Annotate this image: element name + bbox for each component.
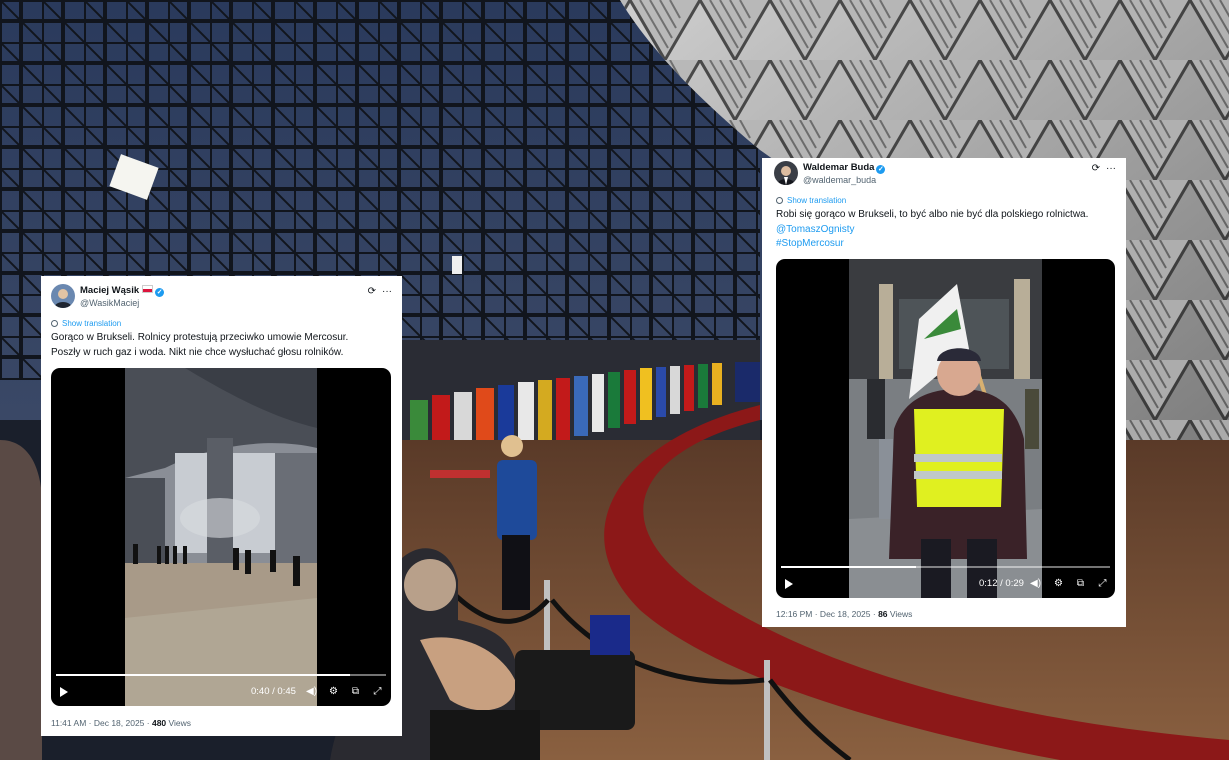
video-time: 0:40 / 0:45 — [251, 686, 296, 697]
play-icon[interactable] — [785, 579, 793, 589]
play-icon[interactable] — [60, 687, 68, 697]
tweet-header: Maciej Wąsik ✓ @WasikMaciej ⟳ ··· — [51, 284, 392, 312]
translate-icon — [776, 197, 783, 204]
tweet-card-wasik[interactable]: Maciej Wąsik ✓ @WasikMaciej ⟳ ··· Show tra… — [41, 276, 402, 736]
tweet-text: Gorąco w Brukseli. Rolnicy protestują pr… — [51, 331, 392, 360]
video-player[interactable]: 0:40 / 0:45 ◀) ⚙ ⧉ ⤢ — [51, 368, 391, 706]
tweet-actions: ⟳ ··· — [1086, 163, 1116, 174]
poland-flag-icon — [142, 285, 154, 293]
translate-icon — [51, 320, 58, 327]
show-translation-link[interactable]: Show translation — [776, 196, 846, 205]
mention-link[interactable]: @TomaszOgnisty — [776, 223, 1116, 238]
picture-in-picture-icon[interactable]: ⧉ — [1075, 578, 1086, 589]
fullscreen-icon[interactable]: ⤢ — [1097, 578, 1108, 589]
author-handle[interactable]: @waldemar_buda — [803, 175, 876, 185]
show-translation-label[interactable]: Show translation — [787, 196, 846, 205]
author-avatar[interactable] — [774, 161, 798, 185]
views-label: Views — [166, 718, 192, 728]
tweet-timestamp[interactable]: 11:41 AM · Dec 18, 2025 · — [51, 718, 152, 728]
picture-in-picture-icon[interactable]: ⧉ — [350, 686, 361, 697]
tweet-meta: 11:41 AM · Dec 18, 2025 · 480 Views — [51, 718, 191, 728]
volume-icon[interactable]: ◀) — [1030, 578, 1041, 589]
views-count: 86 — [878, 609, 888, 619]
tweet-card-buda[interactable]: Waldemar Buda ✓ @waldemar_buda ⟳ ··· Show … — [762, 158, 1126, 627]
verified-badge-icon: ✓ — [155, 288, 165, 297]
show-translation-link[interactable]: Show translation — [51, 319, 121, 328]
hashtag-link[interactable]: #StopMercosur — [776, 237, 1116, 252]
video-time: 0:12 / 0:29 — [979, 578, 1024, 589]
tweet-meta: 12:16 PM · Dec 18, 2025 · 86 Views — [776, 609, 912, 619]
tweet-actions: ⟳ ··· — [362, 286, 392, 297]
grok-icon[interactable]: ⟳ — [368, 286, 376, 297]
author-name[interactable]: Maciej Wąsik — [80, 285, 139, 296]
video-progress-fill — [781, 566, 916, 568]
settings-gear-icon[interactable]: ⚙ — [1053, 578, 1064, 589]
views-count: 480 — [151, 718, 167, 728]
video-progress-bar[interactable] — [56, 674, 386, 676]
author-handle[interactable]: @WasikMaciej — [80, 298, 139, 308]
author-name-row[interactable]: Waldemar Buda ✓ — [803, 162, 886, 174]
author-avatar[interactable] — [51, 284, 75, 308]
volume-icon[interactable]: ◀) — [306, 686, 317, 697]
tweet-text-line: Gorąco w Brukseli. Rolnicy protestują pr… — [51, 332, 349, 343]
tweet-header: Waldemar Buda ✓ @waldemar_buda ⟳ ··· — [774, 161, 1116, 189]
settings-gear-icon[interactable]: ⚙ — [328, 686, 339, 697]
grok-icon[interactable]: ⟳ — [1092, 163, 1100, 174]
video-frame — [849, 259, 1042, 598]
views-label: Views — [887, 609, 913, 619]
author-name-row[interactable]: Maciej Wąsik ✓ — [80, 285, 165, 297]
author-name[interactable]: Waldemar Buda — [803, 162, 874, 173]
tweet-text: Robi się gorąco w Brukseli, to być albo … — [776, 208, 1116, 252]
fullscreen-icon[interactable]: ⤢ — [372, 686, 383, 697]
tweet-text-line: Robi się gorąco w Brukseli, to być albo … — [776, 209, 1089, 220]
tweet-timestamp[interactable]: 12:16 PM · Dec 18, 2025 · — [776, 609, 878, 619]
more-options-icon[interactable]: ··· — [382, 286, 392, 297]
video-progress-bar[interactable] — [781, 566, 1110, 568]
video-frame — [125, 368, 317, 706]
more-options-icon[interactable]: ··· — [1106, 163, 1116, 174]
verified-badge-icon: ✓ — [876, 165, 886, 174]
tweet-text-line: Poszły w ruch gaz i woda. Nikt nie chce … — [51, 346, 344, 358]
video-player[interactable]: 0:12 / 0:29 ◀) ⚙ ⧉ ⤢ — [776, 259, 1115, 598]
video-progress-fill — [56, 674, 350, 676]
show-translation-label[interactable]: Show translation — [62, 319, 121, 328]
